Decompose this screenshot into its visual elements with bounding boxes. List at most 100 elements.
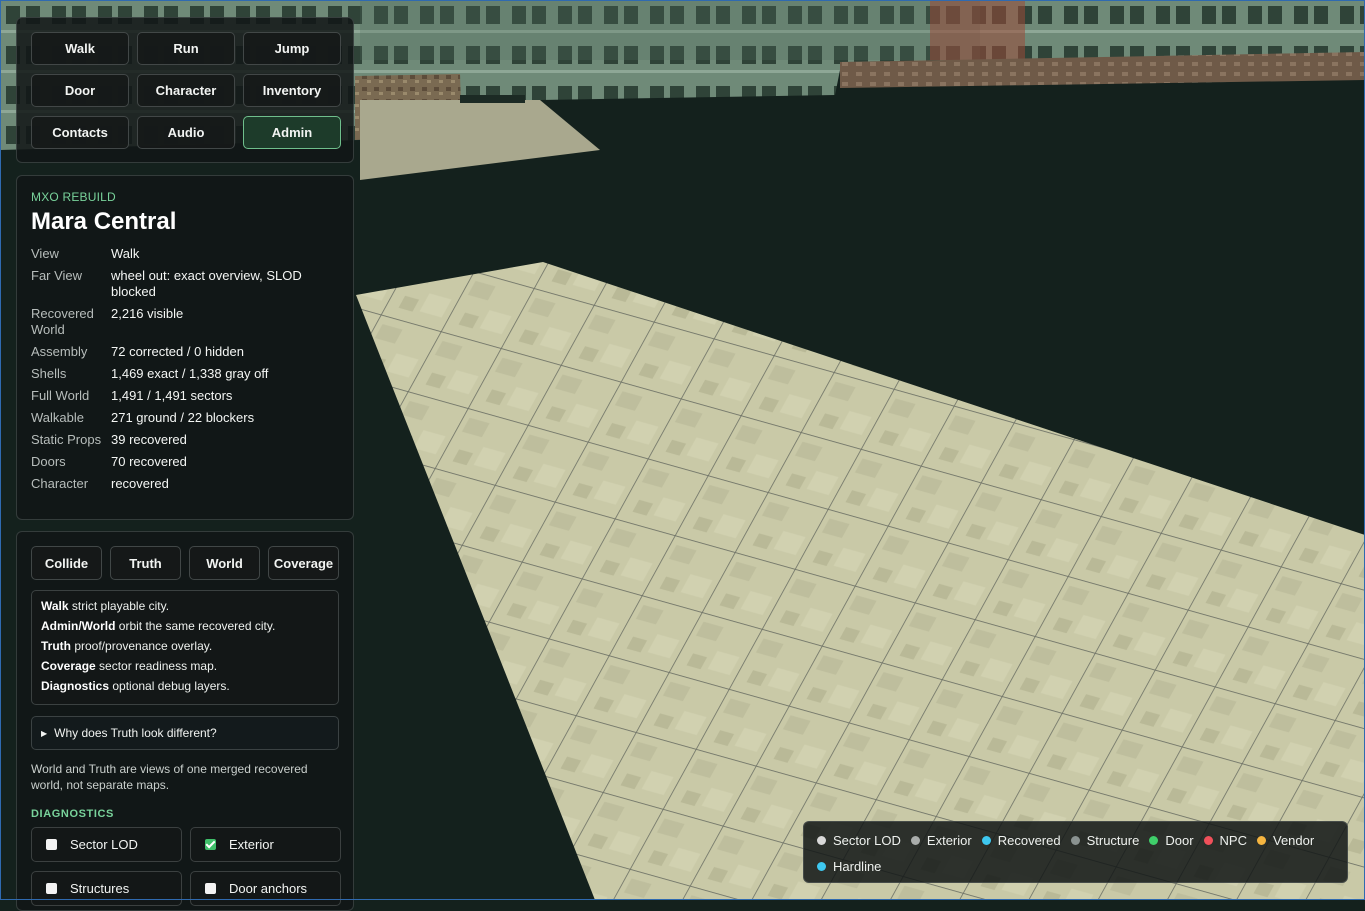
world-info-panel: MXO REBUILD Mara Central View Walk Far Vi… [16, 175, 354, 520]
mode-name: Admin/World [41, 619, 116, 633]
mode-text: strict playable city. [68, 599, 170, 613]
stat-row: Walkable 271 ground / 22 blockers [31, 410, 339, 432]
toggle-label: Sector LOD [70, 837, 138, 852]
diagnostics-heading: DIAGNOSTICS [31, 808, 114, 820]
stat-row: Shells 1,469 exact / 1,338 gray off [31, 366, 339, 388]
legend-dot [1256, 835, 1266, 845]
mode-description: Walk strict playable city. [41, 599, 329, 613]
stat-label: Static Props [31, 432, 102, 447]
toggle-label: Structures [70, 881, 130, 896]
checkbox[interactable] [46, 839, 57, 850]
details-summary: Why does Truth look different? [54, 726, 217, 740]
tab-collide[interactable]: Collide [31, 546, 102, 580]
mode-descriptions: Walk strict playable city. Admin/World o… [31, 590, 339, 705]
legend-label: NPC [1219, 832, 1247, 848]
tab-coverage[interactable]: Coverage [268, 546, 339, 580]
door-button[interactable]: Door [31, 74, 129, 107]
inventory-button[interactable]: Inventory [243, 74, 341, 107]
stat-label: Shells [31, 366, 67, 381]
legend-dot [910, 835, 920, 845]
stat-row: Doors 70 recovered [31, 454, 339, 476]
tab-truth[interactable]: Truth [110, 546, 181, 580]
stat-value: 1,469 exact / 1,338 gray off [111, 366, 269, 381]
stat-row: Full World 1,491 / 1,491 sectors [31, 388, 339, 410]
legend-dot [817, 835, 826, 845]
checkbox[interactable] [46, 883, 57, 894]
audio-button[interactable]: Audio [137, 116, 235, 149]
structures-toggle[interactable]: Structures [31, 871, 182, 906]
stat-value: wheel out: exact overview, SLOD blocked [111, 268, 302, 299]
stat-label: Far View [31, 268, 83, 283]
stat-row: Assembly 72 corrected / 0 hidden [31, 344, 339, 366]
stat-value: recovered [111, 476, 169, 491]
run-button[interactable]: Run [137, 32, 235, 65]
mode-name: Truth [41, 639, 71, 653]
stat-row: Far View wheel out: exact overview, SLOD … [31, 268, 339, 306]
stat-label: Walkable [31, 410, 84, 425]
stat-row: Static Props 39 recovered [31, 432, 339, 454]
admin-button[interactable]: Admin [243, 116, 341, 149]
legend-item-sector-lod: Sector LOD [817, 831, 901, 849]
exterior-toggle[interactable]: Exterior [190, 827, 341, 862]
toggle-label: Door anchors [229, 881, 308, 896]
mode-toolbar: Walk Run Jump Door Character Inventory C… [16, 17, 354, 163]
app-kicker: MXO REBUILD [31, 190, 116, 204]
mode-description: Truth proof/provenance overlay. [41, 639, 329, 653]
world-stats-table: View Walk Far View wheel out: exact overvi… [31, 246, 339, 498]
legend-item-npc: NPC [1203, 831, 1247, 849]
stat-value: 1,491 / 1,491 sectors [111, 388, 233, 403]
door-anchors-toggle[interactable]: Door anchors [190, 871, 341, 906]
checkbox[interactable] [205, 883, 216, 894]
mode-button-grid: Walk Run Jump Door Character Inventory C… [31, 32, 341, 149]
walk-button[interactable]: Walk [31, 32, 129, 65]
jump-button[interactable]: Jump [243, 32, 341, 65]
map-legend: Sector LOD Exterior Recovered Structure … [803, 821, 1348, 883]
stat-label: View [31, 246, 59, 261]
sector-lod-toggle[interactable]: Sector LOD [31, 827, 182, 862]
stat-row: Recovered World 2,216 visible [31, 306, 339, 344]
legend-dot [817, 861, 826, 871]
stat-row: Character recovered [31, 476, 339, 498]
legend-item-structure: Structure [1070, 831, 1140, 849]
legend-label: Sector LOD [833, 832, 901, 848]
mode-description: Admin/World orbit the same recovered cit… [41, 619, 329, 633]
page-title: Mara Central [31, 208, 177, 235]
mode-name: Walk [41, 599, 69, 613]
stat-value: 39 recovered [111, 432, 187, 447]
legend-label: Recovered [997, 832, 1061, 848]
triangle-right-icon: ▶ [41, 728, 48, 738]
truth-details-toggle[interactable]: ▶ Why does Truth look different? [31, 716, 339, 750]
mode-text: orbit the same recovered city. [115, 619, 276, 633]
diagnostics-toggles: Sector LOD Exterior Structures Door anch… [31, 827, 341, 906]
mode-text: optional debug layers. [109, 679, 230, 693]
stat-row: View Walk [31, 246, 339, 268]
mode-description: Coverage sector readiness map. [41, 659, 329, 673]
contacts-button[interactable]: Contacts [31, 116, 129, 149]
mode-name: Coverage [41, 659, 96, 673]
view-tab-bar: Collide Truth World Coverage [31, 546, 339, 580]
checkbox-checked[interactable] [205, 839, 216, 850]
legend-label: Door [1165, 832, 1194, 848]
legend-dot [1070, 835, 1080, 845]
mode-text: proof/provenance overlay. [71, 639, 213, 653]
mode-description: Diagnostics optional debug layers. [41, 679, 329, 693]
stat-value: Walk [111, 246, 140, 261]
view-tools-panel: Collide Truth World Coverage Walk strict… [16, 531, 354, 911]
stat-value: 271 ground / 22 blockers [111, 410, 255, 425]
legend-item-hardline: Hardline [817, 857, 881, 875]
mode-text: sector readiness map. [95, 659, 218, 673]
legend-item-exterior: Exterior [910, 831, 972, 849]
stat-label: Doors [31, 454, 66, 469]
mode-name: Diagnostics [41, 679, 110, 693]
merged-world-note: World and Truth are views of one merged … [31, 762, 308, 792]
legend-label: Structure [1086, 832, 1140, 848]
legend-item-vendor: Vendor [1256, 831, 1314, 849]
legend-dot [1149, 835, 1159, 845]
stat-value: 2,216 visible [111, 306, 184, 321]
tab-world[interactable]: World [189, 546, 260, 580]
legend-dot [981, 835, 991, 845]
stat-label: Assembly [31, 344, 88, 359]
character-button[interactable]: Character [137, 74, 235, 107]
legend-label: Exterior [926, 832, 972, 848]
stat-label: Character [31, 476, 89, 491]
